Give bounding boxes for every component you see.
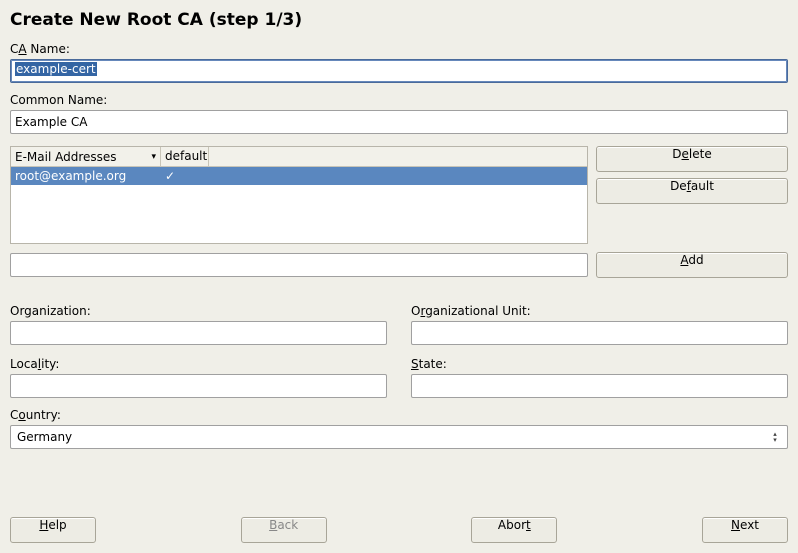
state-label: State: [411,357,788,371]
table-row[interactable]: root@example.org ✓ [11,167,587,185]
country-select[interactable]: Germany ▴▾ [10,425,788,449]
email-table-header[interactable]: E-Mail Addresses ▾ default [11,147,587,167]
organization-label: Organization: [10,304,387,318]
next-button[interactable]: Next [702,517,788,543]
locality-input[interactable] [10,374,387,398]
org-unit-input[interactable] [411,321,788,345]
abort-button[interactable]: Abort [471,517,557,543]
common-name-label: Common Name: [10,93,788,107]
ca-name-label: CA Name: [10,42,788,56]
sort-down-icon: ▾ [151,152,156,162]
page-title: Create New Root CA (step 1/3) [10,10,788,30]
back-button[interactable]: Back [241,517,327,543]
org-unit-label: Organizational Unit: [411,304,788,318]
help-button[interactable]: Help [10,517,96,543]
country-label: Country: [10,408,788,422]
add-button[interactable]: Add [596,252,788,278]
default-button[interactable]: Default [596,178,788,204]
locality-label: Locality: [10,357,387,371]
ca-name-input[interactable]: example-cert [10,59,788,83]
spinner-icon: ▴▾ [767,431,787,443]
email-default-cell: ✓ [161,168,209,184]
email-address-cell: root@example.org [11,168,161,184]
email-table[interactable]: E-Mail Addresses ▾ default root@example.… [10,146,588,244]
email-col-default[interactable]: default [161,147,209,166]
add-email-input[interactable] [10,253,588,277]
state-input[interactable] [411,374,788,398]
email-col-address[interactable]: E-Mail Addresses ▾ [11,147,161,166]
common-name-input[interactable] [10,110,788,134]
organization-input[interactable] [10,321,387,345]
delete-button[interactable]: Delete [596,146,788,172]
